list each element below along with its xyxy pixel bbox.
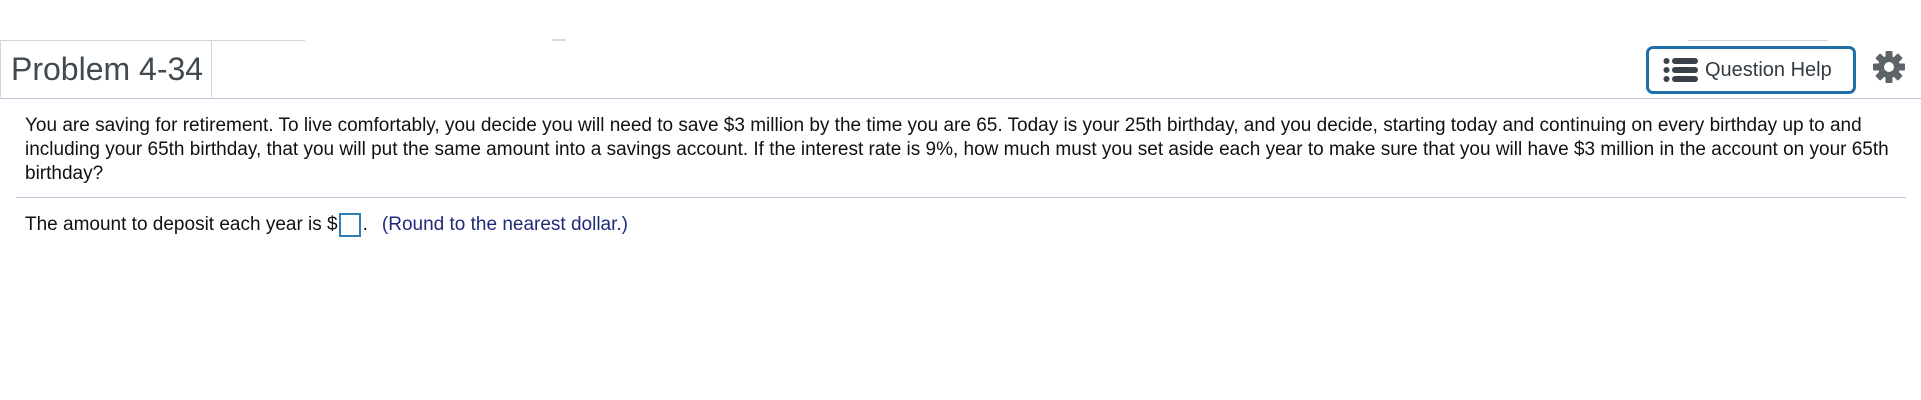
page-title: Problem 4-34: [11, 51, 204, 87]
problem-header: Problem 4-34 Question Help: [0, 41, 1921, 99]
question-help-label: Question Help: [1705, 58, 1832, 81]
answer-row: The amount to deposit each year is $ . (…: [25, 211, 628, 239]
list-icon: [1663, 57, 1699, 83]
question-divider: [16, 197, 1906, 198]
problem-page: Problem 4-34 Question Help You are savin…: [0, 0, 1921, 400]
question-text: You are saving for retirement. To live c…: [25, 115, 1889, 184]
answer-suffix: .: [362, 214, 368, 235]
title-box: Problem 4-34: [0, 41, 213, 97]
answer-input[interactable]: [338, 213, 361, 237]
question-help-button[interactable]: Question Help: [1646, 46, 1856, 94]
gear-icon[interactable]: [1872, 50, 1906, 84]
answer-prefix: The amount to deposit each year is $: [25, 214, 338, 235]
rounding-hint: (Round to the nearest dollar.): [381, 214, 629, 235]
